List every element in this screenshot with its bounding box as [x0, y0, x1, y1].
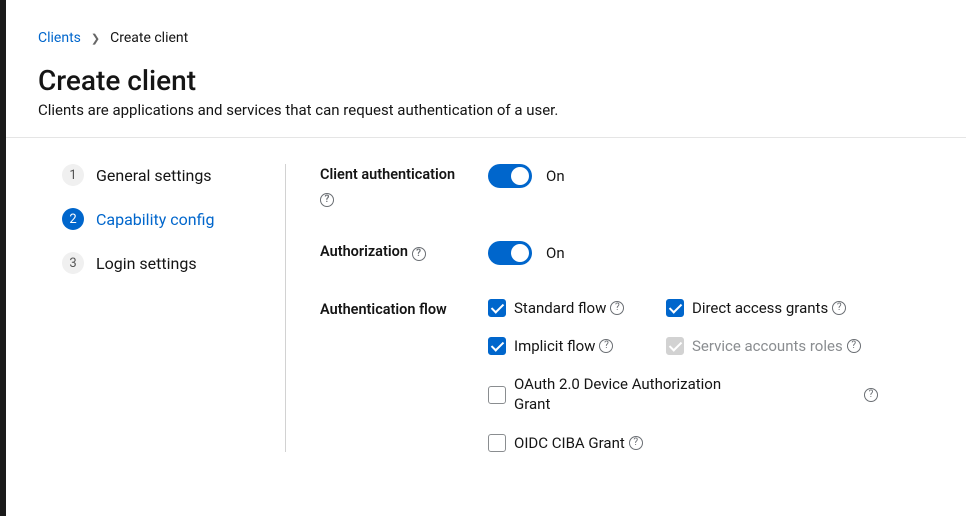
help-icon[interactable]: [610, 301, 624, 315]
breadcrumb-current: Create client: [110, 30, 188, 46]
help-icon[interactable]: [832, 301, 846, 315]
page-header: Clients ❯ Create client Create client Cl…: [6, 0, 966, 138]
ciba-grant-checkbox[interactable]: [488, 434, 506, 452]
help-icon[interactable]: [412, 247, 426, 261]
step-label: Capability config: [96, 210, 214, 229]
toggle-state-label: On: [546, 167, 565, 185]
create-client-page: Clients ❯ Create client Create client Cl…: [6, 0, 966, 516]
label-text: Service accounts roles: [692, 337, 843, 355]
checkbox-label: Service accounts roles: [692, 337, 861, 355]
step-general-settings[interactable]: 1 General settings: [62, 164, 261, 186]
help-icon[interactable]: [599, 339, 613, 353]
standard-flow-option: Standard flow: [488, 299, 658, 317]
implicit-flow-option: Implicit flow: [488, 337, 658, 355]
step-label: General settings: [96, 166, 212, 185]
auth-flow-controls: Standard flow Direct access grants: [488, 299, 938, 452]
breadcrumb: Clients ❯ Create client: [38, 30, 934, 46]
checkbox-label: OAuth 2.0 Device Authorization Grant: [514, 375, 754, 414]
step-number: 1: [62, 164, 84, 186]
step-capability-config[interactable]: 2 Capability config: [62, 208, 261, 230]
client-auth-toggle[interactable]: [488, 164, 532, 188]
client-auth-control: On: [488, 164, 938, 207]
authorization-toggle[interactable]: [488, 241, 532, 265]
implicit-flow-checkbox[interactable]: [488, 337, 506, 355]
label-text: Direct access grants: [692, 299, 828, 317]
wizard-body: 1 General settings 2 Capability config 3…: [6, 138, 966, 452]
auth-flow-label: Authentication flow: [320, 299, 488, 452]
checkbox-label: Standard flow: [514, 299, 624, 317]
breadcrumb-parent-link[interactable]: Clients: [38, 30, 81, 46]
standard-flow-checkbox[interactable]: [488, 299, 506, 317]
wizard-sidebar: 1 General settings 2 Capability config 3…: [6, 164, 286, 452]
help-icon[interactable]: [864, 388, 878, 402]
page-title: Create client: [38, 64, 934, 97]
stepper: 1 General settings 2 Capability config 3…: [62, 164, 261, 274]
toggle-state-label: On: [546, 244, 565, 262]
label-text: OIDC CIBA Grant: [514, 434, 625, 452]
help-icon[interactable]: [629, 436, 643, 450]
label-text: OAuth 2.0 Device Authorization Grant: [514, 375, 754, 414]
form-area: Client authentication On Authorization: [286, 164, 966, 452]
label-text: Client authentication: [320, 166, 455, 183]
authorization-row: Authorization On: [320, 241, 938, 265]
step-login-settings[interactable]: 3 Login settings: [62, 252, 261, 274]
step-number: 2: [62, 208, 84, 230]
page-subtitle: Clients are applications and services th…: [38, 101, 934, 119]
device-grant-checkbox[interactable]: [488, 386, 506, 404]
authorization-control: On: [488, 241, 938, 265]
checkbox-label: Implicit flow: [514, 337, 613, 355]
step-label: Login settings: [96, 254, 197, 273]
client-auth-label: Client authentication: [320, 164, 488, 207]
help-icon[interactable]: [320, 193, 334, 207]
ciba-grant-option: OIDC CIBA Grant: [488, 434, 938, 452]
help-icon[interactable]: [847, 339, 861, 353]
direct-access-checkbox[interactable]: [666, 299, 684, 317]
checkbox-label: OIDC CIBA Grant: [514, 434, 643, 452]
step-number: 3: [62, 252, 84, 274]
label-text: Authentication flow: [320, 301, 447, 318]
label-text: Implicit flow: [514, 337, 595, 355]
client-auth-row: Client authentication On: [320, 164, 938, 207]
label-text: Standard flow: [514, 299, 606, 317]
chevron-right-icon: ❯: [91, 32, 100, 45]
direct-access-option: Direct access grants: [666, 299, 938, 317]
authorization-label: Authorization: [320, 241, 488, 265]
checkbox-label: Direct access grants: [692, 299, 846, 317]
device-grant-option: OAuth 2.0 Device Authorization Grant: [488, 375, 938, 414]
service-accounts-checkbox: [666, 337, 684, 355]
label-text: Authorization: [320, 243, 408, 260]
auth-flow-row: Authentication flow Standard flow: [320, 299, 938, 452]
service-accounts-option: Service accounts roles: [666, 337, 938, 355]
